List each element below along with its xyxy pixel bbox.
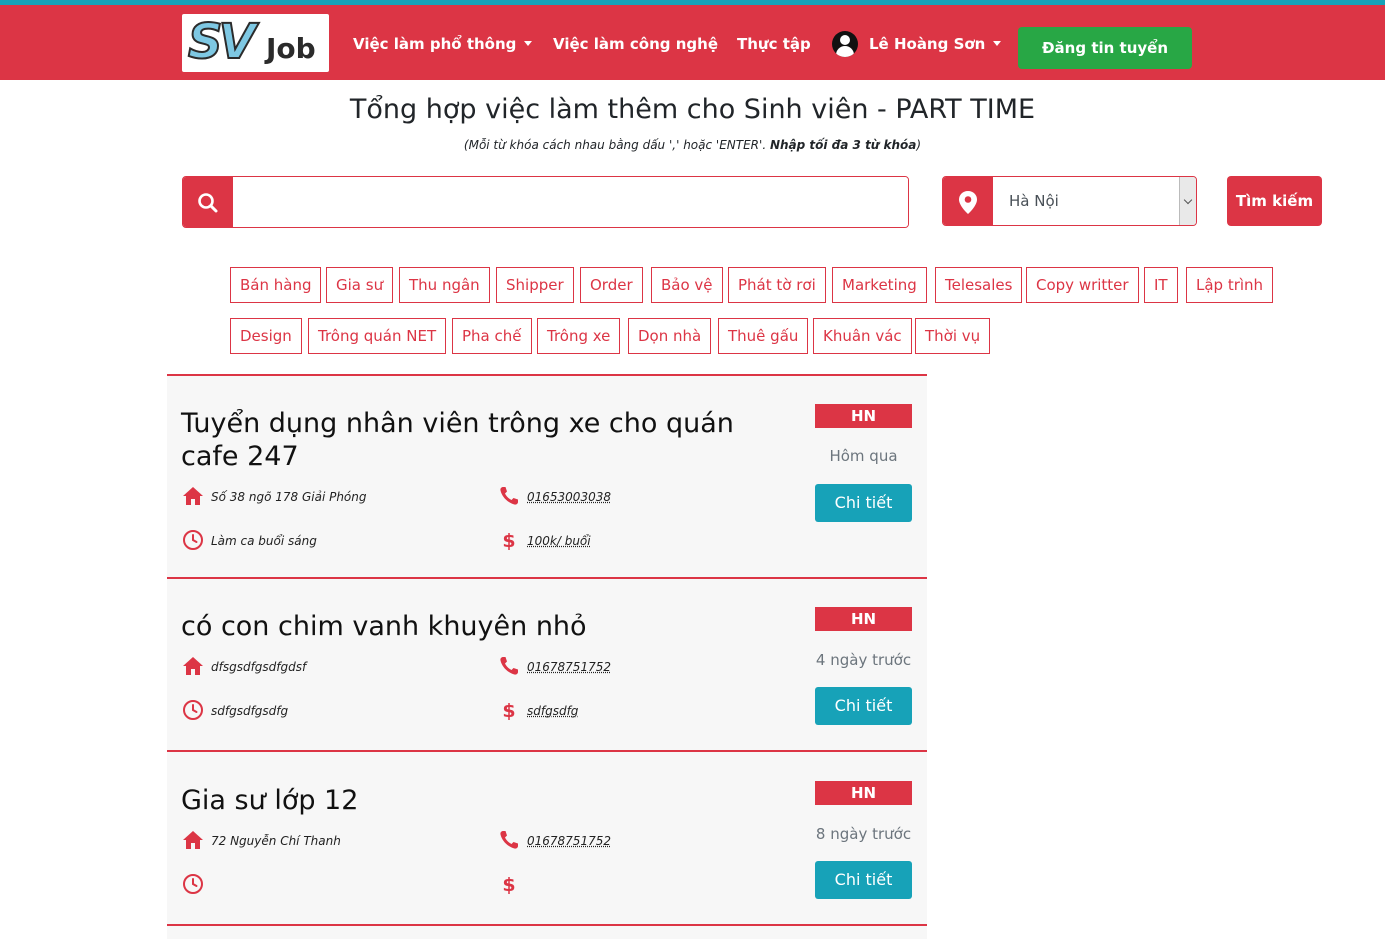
svg-text:$: $ (502, 874, 515, 895)
search-hint: (Mỗi từ khóa cách nhau bằng dấu ',' hoặc… (0, 138, 1385, 152)
keyword-search-group (182, 176, 909, 228)
caret-down-icon (524, 41, 533, 46)
post-job-button[interactable]: Đăng tin tuyển dụng (1018, 27, 1192, 99)
home-icon (183, 487, 203, 505)
svg-text:$: $ (502, 530, 515, 551)
phone-icon (500, 831, 518, 849)
job-title[interactable]: có con chim vanh khuyên nhỏ (181, 610, 781, 643)
job-card-next (167, 924, 927, 939)
caret-down-icon (993, 41, 1002, 46)
tag-gia-su[interactable]: Gia sư (326, 267, 394, 303)
logo-job-text: Job (266, 32, 316, 65)
chevron-down-icon (1179, 177, 1196, 225)
search-icon (183, 177, 233, 227)
page-title: Tổng hợp việc làm thêm cho Sinh viên - P… (349, 94, 1036, 125)
tag-pha-che[interactable]: Pha chế (452, 318, 532, 354)
region-badge: HN (815, 607, 912, 631)
logo-sv-mark: SV (187, 14, 257, 70)
svg-text:$: $ (502, 700, 515, 721)
detail-button[interactable]: Chi tiết (815, 687, 912, 725)
user-name: Lê Hoàng Sơn (869, 35, 986, 53)
user-avatar-icon[interactable] (832, 31, 858, 57)
clock-icon (183, 530, 203, 550)
tag-trong-quan-net[interactable]: Trông quán NET (308, 318, 447, 354)
tag-khuan-vac[interactable]: Khuân vác (813, 318, 912, 354)
dollar-icon: $ (502, 700, 515, 721)
phone-icon (500, 487, 518, 505)
tag-phat-to-roi[interactable]: Phát tờ rơi (728, 267, 826, 303)
job-card: có con chim vanh khuyên nhỏ dfsgsdfgsdfg… (167, 577, 927, 752)
job-title[interactable]: Tuyển dụng nhân viên trông xe cho quán c… (181, 407, 781, 473)
tag-design[interactable]: Design (230, 318, 302, 354)
location-select[interactable]: Hà Nội (942, 176, 1197, 226)
job-phone-link[interactable]: 01678751752 (527, 834, 611, 848)
search-hint-emphasis: Nhập tối đa 3 từ khóa (769, 138, 917, 152)
tag-shipper[interactable]: Shipper (496, 267, 574, 303)
tag-marketing[interactable]: Marketing (832, 267, 927, 303)
tag-trong-xe[interactable]: Trông xe (537, 318, 621, 354)
phone-icon (500, 657, 518, 675)
tag-thu-ngan[interactable]: Thu ngân (399, 267, 490, 303)
tag-copy-writter[interactable]: Copy writter (1026, 267, 1139, 303)
clock-icon (183, 874, 203, 894)
home-icon (183, 657, 203, 675)
job-salary: 100k/ buổi (527, 534, 591, 548)
tag-telesales[interactable]: Telesales (935, 267, 1023, 303)
tag-thoi-vu[interactable]: Thời vụ (915, 318, 991, 354)
tag-lap-trinh[interactable]: Lập trình (1186, 267, 1274, 303)
posted-time: Hôm qua (829, 447, 898, 465)
tag-don-nha[interactable]: Dọn nhà (628, 318, 712, 354)
detail-button[interactable]: Chi tiết (815, 484, 912, 522)
dollar-icon: $ (502, 530, 515, 551)
tag-thue-gau[interactable]: Thuê gấu (718, 318, 809, 354)
nav-tech-jobs-link[interactable]: Việc làm công nghệ (553, 35, 718, 53)
job-phone-link[interactable]: 01678751752 (527, 660, 611, 674)
search-hint-close: ) (916, 138, 922, 152)
search-button[interactable]: Tìm kiếm (1227, 176, 1322, 226)
job-schedule: sdfgsdfgsdfg (211, 704, 289, 718)
keyword-search-input[interactable] (233, 177, 908, 227)
user-menu-dropdown[interactable]: Lê Hoàng Sơn (869, 35, 1002, 53)
tag-it[interactable]: IT (1144, 267, 1178, 303)
job-address: 72 Nguyễn Chí Thanh (211, 834, 341, 848)
detail-button[interactable]: Chi tiết (815, 861, 912, 899)
nav-common-jobs-dropdown[interactable]: Việc làm phổ thông (353, 35, 533, 53)
job-salary: sdfgsdfg (527, 704, 579, 718)
region-badge: HN (815, 404, 912, 428)
job-address: dfsgsdfgsdfgdsf (211, 660, 307, 674)
job-title[interactable]: Gia sư lớp 12 (181, 784, 781, 817)
location-selected-value: Hà Nội (1009, 192, 1059, 210)
posted-time: 4 ngày trước (815, 651, 912, 669)
dollar-icon: $ (502, 874, 515, 895)
nav-common-jobs-label: Việc làm phổ thông (353, 35, 517, 53)
job-card: Gia sư lớp 12 72 Nguyễn Chí Thanh 016787… (167, 750, 927, 925)
site-logo[interactable]: SV Job (182, 14, 329, 72)
home-icon (183, 831, 203, 849)
search-hint-text: (Mỗi từ khóa cách nhau bằng dấu ',' hoặc… (463, 138, 770, 152)
navbar: SV Job Việc làm phổ thông Việc làm công … (0, 0, 1385, 99)
tag-ban-hang[interactable]: Bán hàng (230, 267, 322, 303)
nav-internship-link[interactable]: Thực tập (737, 35, 811, 53)
job-address: Số 38 ngõ 178 Giải Phóng (211, 490, 367, 504)
job-phone-link[interactable]: 01653003038 (527, 490, 611, 504)
job-card: Tuyển dụng nhân viên trông xe cho quán c… (167, 374, 927, 578)
map-marker-icon (943, 177, 993, 225)
tag-order[interactable]: Order (580, 267, 643, 303)
tag-bao-ve[interactable]: Bảo vệ (651, 267, 723, 303)
job-schedule: Làm ca buổi sáng (211, 534, 317, 548)
clock-icon (183, 700, 203, 720)
region-badge: HN (815, 781, 912, 805)
posted-time: 8 ngày trước (815, 825, 912, 843)
